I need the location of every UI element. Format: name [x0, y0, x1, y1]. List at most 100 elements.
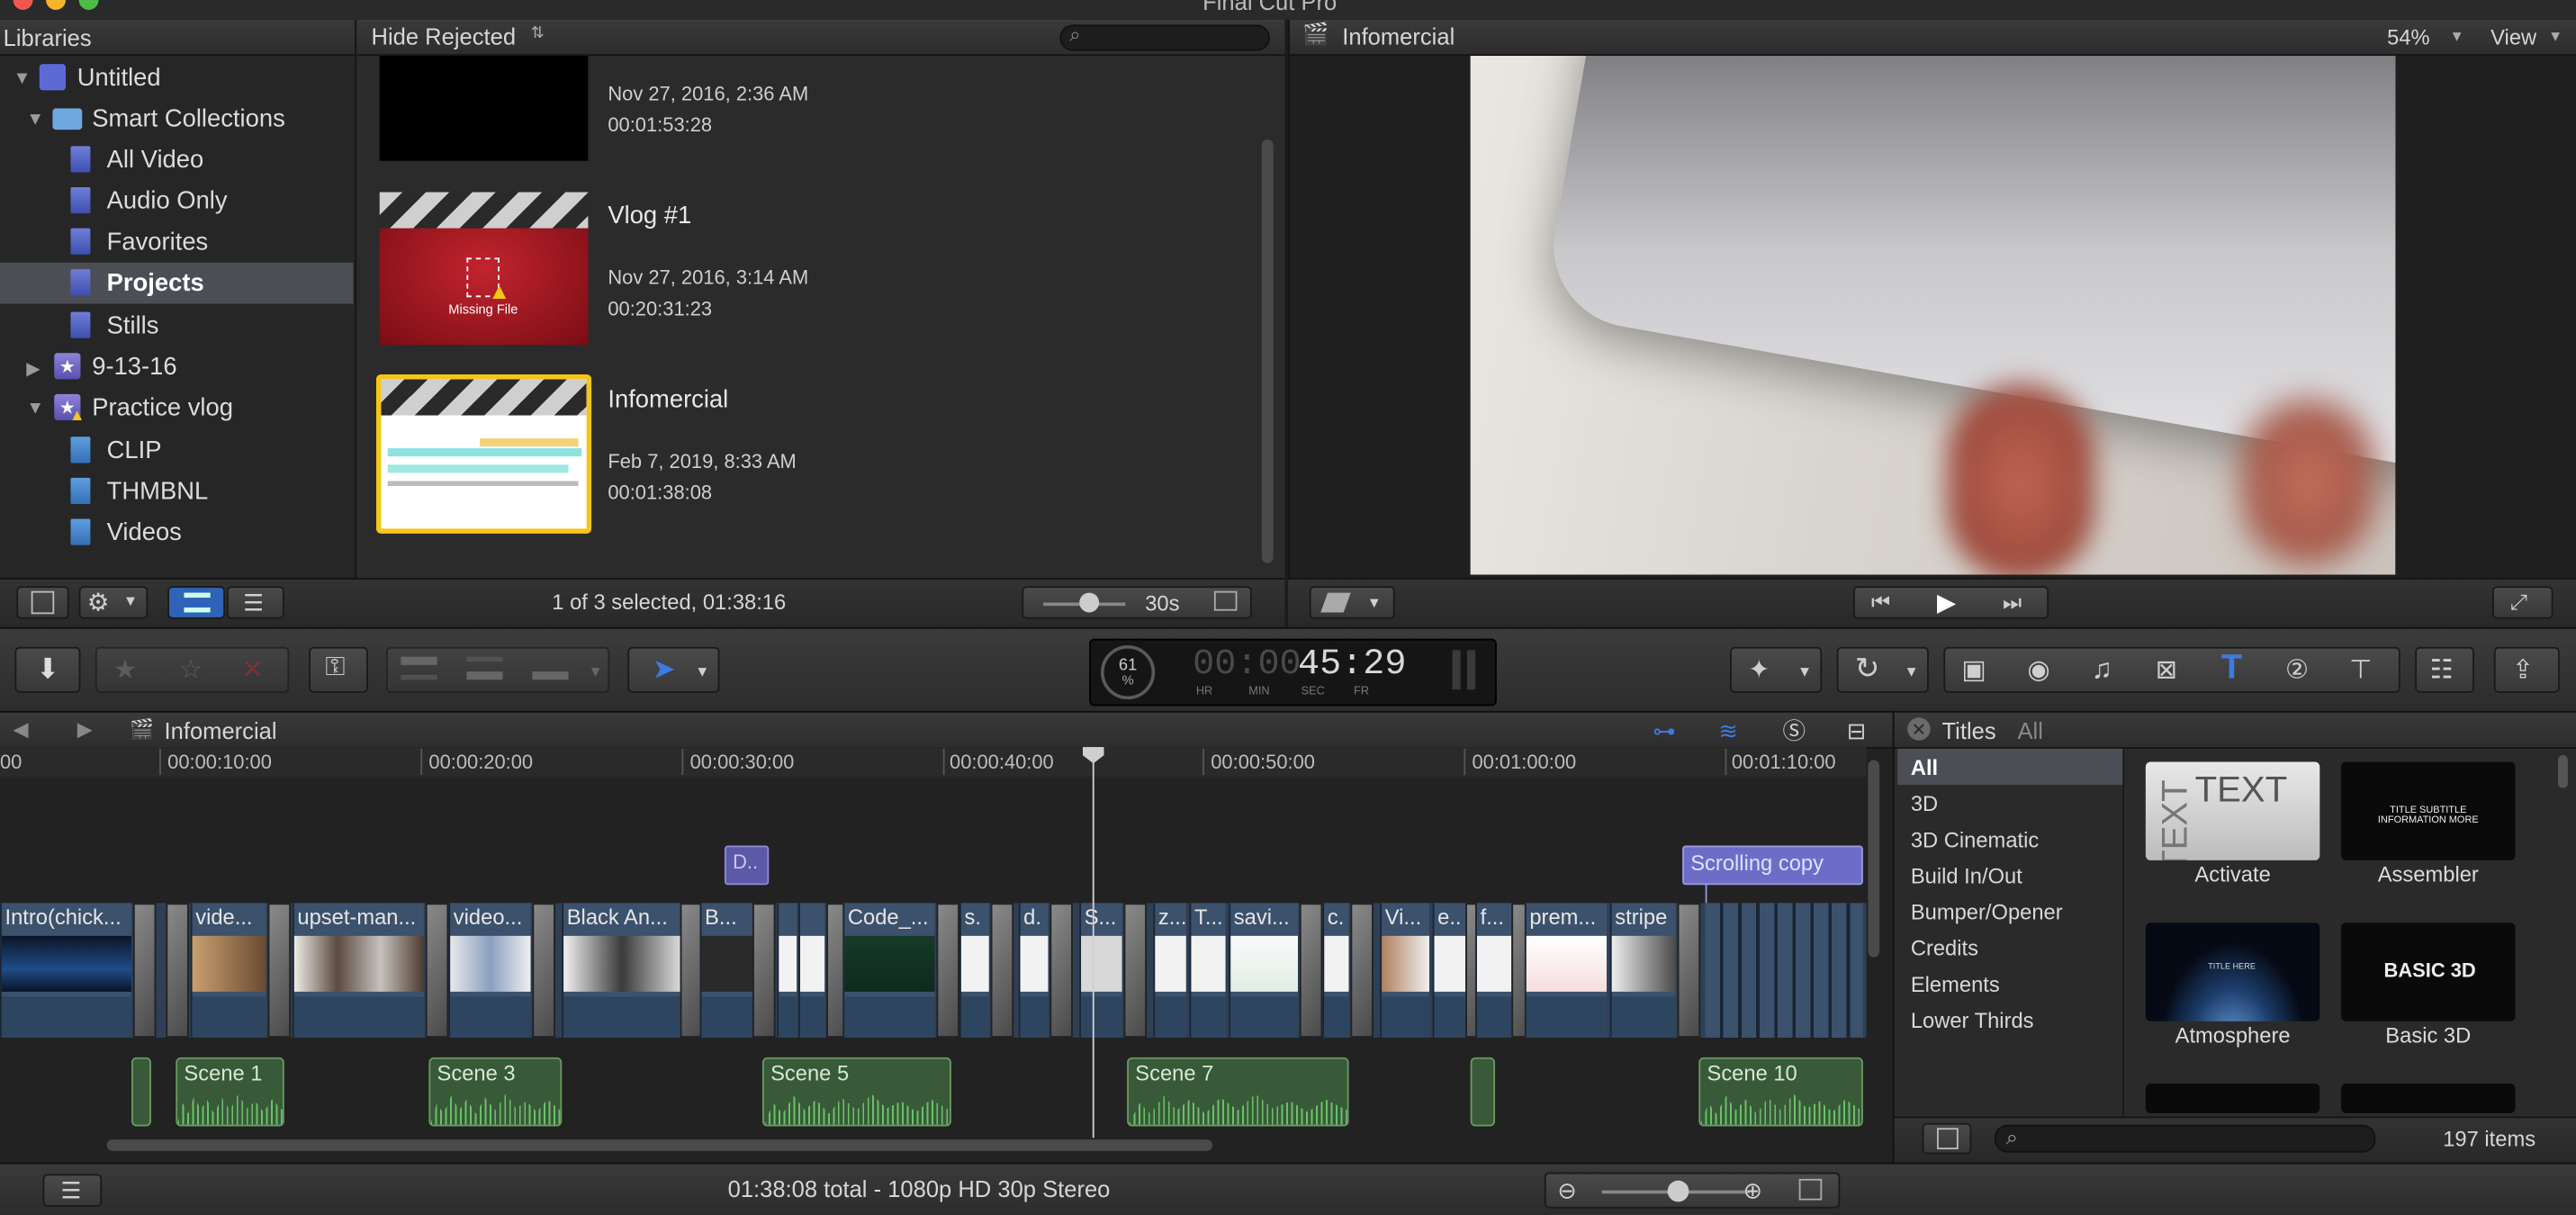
timeline-clip[interactable]: s. [959, 903, 989, 1038]
disclosure-triangle-icon[interactable]: ▼ [14, 69, 32, 89]
library-untitled[interactable]: ▼ Untitled [0, 58, 353, 99]
transition[interactable] [1350, 903, 1374, 1038]
connect-clip-icon[interactable] [401, 656, 437, 680]
category-3d[interactable]: 3D [1897, 785, 2122, 821]
share-button[interactable]: ⇪ [2493, 646, 2560, 693]
smart-collection-stills[interactable]: Stills [0, 305, 353, 346]
photos-browser-icon[interactable]: ◉ [2027, 653, 2049, 686]
append-clip-icon[interactable] [532, 657, 569, 680]
category-elements[interactable]: Elements [1897, 966, 2122, 1002]
hide-rejected-filter[interactable]: Hide Rejected [372, 23, 517, 50]
timeline-zoom-control[interactable]: ⊖ ⊕ [1544, 1172, 1841, 1209]
transition[interactable] [166, 903, 189, 1038]
timeline-clip[interactable]: savi... [1229, 903, 1298, 1038]
title-thumb-atmosphere[interactable]: TITLE HERE [2145, 922, 2320, 1022]
back-arrow-icon[interactable]: ◀ [14, 717, 29, 741]
audio-clip[interactable] [1470, 1057, 1496, 1127]
timeline-horizontal-scrollbar[interactable] [106, 1139, 1213, 1151]
smart-collections-folder[interactable]: ▼ Smart Collections [0, 98, 353, 140]
connected-title-clip[interactable]: D.. [724, 845, 770, 886]
transition[interactable] [752, 903, 776, 1038]
unrate-star-icon[interactable]: ☆ [179, 653, 203, 686]
zoom-in-icon[interactable]: ⊕ [1743, 1177, 1762, 1205]
timeline-clip[interactable]: Black An... [562, 903, 680, 1038]
titles-search-input[interactable]: ⌕ [1994, 1124, 2376, 1153]
zoom-out-icon[interactable]: ⊖ [1557, 1177, 1576, 1205]
timeline-clip[interactable]: d. [1018, 903, 1049, 1038]
next-edit-icon[interactable]: ⏭ [2003, 590, 2022, 616]
snapping-icon[interactable]: ⊟ [1840, 716, 1873, 742]
category-bumper-opener[interactable]: Bumper/Opener [1897, 893, 2122, 929]
show-libraries-button[interactable] [16, 586, 69, 619]
background-tasks-indicator[interactable]: 61 % [1100, 644, 1156, 700]
keyword-thmbnl[interactable]: THMBNL [0, 472, 353, 513]
audio-clip-scene-5[interactable]: Scene 5 [761, 1057, 951, 1127]
show-categories-button[interactable] [1922, 1122, 1972, 1155]
transform-menu-button[interactable]: ▼ [1309, 586, 1395, 619]
generators-browser-icon[interactable]: ② [2285, 653, 2309, 686]
effects-browser-icon[interactable]: ▣ [1961, 653, 1986, 686]
title-thumb-basic-3d[interactable]: BASIC 3D [2341, 922, 2516, 1022]
transition[interactable] [1677, 903, 1701, 1038]
clip-zoom-control[interactable]: 30s [1022, 586, 1252, 619]
fullscreen-button[interactable]: ⤢ [2491, 586, 2553, 619]
clip-thumbnail-infomercial[interactable] [375, 374, 592, 534]
keyword-videos[interactable]: Videos [0, 512, 353, 554]
reject-icon[interactable]: ✕ [241, 653, 263, 686]
music-browser-icon[interactable]: ♫ [2092, 653, 2112, 686]
timeline-clip[interactable]: T... [1189, 903, 1226, 1038]
import-button[interactable]: ⬇ [14, 646, 81, 693]
chevron-down-icon[interactable]: ▼ [588, 663, 602, 680]
action-menu-button[interactable]: ⚙ ▼ [78, 586, 149, 619]
timeline-clip[interactable]: prem... [1524, 903, 1608, 1038]
timeline-clip[interactable]: Code_... [842, 903, 935, 1038]
event-9-13-16[interactable]: ▶ ★ 9-13-16 [0, 346, 353, 388]
viewer-zoom[interactable]: 54% [2387, 24, 2430, 49]
audio-clip-scene-10[interactable]: Scene 10 [1698, 1057, 1863, 1127]
title-thumb[interactable] [2341, 1084, 2516, 1113]
timeline-clip[interactable]: c. [1322, 903, 1349, 1038]
smart-collection-audio-only[interactable]: Audio Only [0, 181, 353, 222]
clip-thumbnail-vlog-1[interactable]: ▲ Missing File [379, 192, 589, 346]
category-3d-cinematic[interactable]: 3D Cinematic [1897, 821, 2122, 857]
enhancements-button[interactable]: ✦ ▼ [1730, 646, 1823, 693]
title-thumb-activate[interactable]: TEXT TEXT [2145, 761, 2320, 860]
transition[interactable] [990, 903, 1014, 1038]
titles-browser-icon[interactable]: T [2221, 649, 2242, 688]
previous-edit-icon[interactable]: ⏮ [1871, 590, 1890, 616]
timeline-clip[interactable]: Vi... [1380, 903, 1430, 1038]
retime-button[interactable]: ↻ ▼ [1836, 646, 1929, 693]
timeline-vertical-scrollbar[interactable] [1868, 760, 1880, 958]
filter-chevron-icon[interactable]: ⇅ [531, 24, 545, 42]
audio-clip[interactable] [131, 1057, 151, 1127]
filmstrip-view-button[interactable] [167, 586, 226, 619]
timeline-clip[interactable]: stripe [1609, 903, 1676, 1038]
audio-clip-scene-3[interactable]: Scene 3 [428, 1057, 563, 1127]
smart-collection-projects[interactable]: Projects [0, 262, 354, 304]
transition[interactable] [532, 903, 555, 1038]
favorite-star-icon[interactable]: ★ [113, 653, 137, 686]
timeline-clip[interactable]: vide... [190, 903, 266, 1038]
timeline-clip[interactable]: e.. [1432, 903, 1466, 1038]
title-thumb-assembler[interactable]: TITLE SUBTITLE INFORMATION MORE [2341, 761, 2516, 860]
insert-clip-icon[interactable] [466, 656, 503, 680]
category-lower-thirds[interactable]: Lower Thirds [1897, 1002, 2122, 1038]
play-icon[interactable]: ▶ [1937, 588, 1956, 617]
transition[interactable] [1123, 903, 1148, 1038]
inspector-button[interactable]: ☷ [2415, 646, 2474, 693]
category-build-in-out[interactable]: Build In/Out [1897, 857, 2122, 893]
category-all[interactable]: All [1897, 748, 2123, 786]
playhead[interactable] [1092, 747, 1094, 1138]
select-tool-button[interactable]: ➤ ▼ [627, 646, 720, 693]
forward-arrow-icon[interactable]: ▶ [77, 717, 93, 741]
clip-name[interactable]: Infomercial [608, 386, 728, 414]
zoom-window-button[interactable] [78, 0, 99, 10]
timeline-zoom-thumb[interactable] [1667, 1180, 1689, 1202]
clip-appearance-icon[interactable] [1213, 590, 1238, 611]
browser-scrollbar[interactable] [1261, 140, 1274, 563]
timeline-index-button[interactable]: ☰ [42, 1174, 103, 1207]
timeline-clip[interactable]: upset-man... [292, 903, 424, 1038]
timeline-clip[interactable]: f... [1475, 903, 1512, 1038]
category-credits[interactable]: Credits [1897, 930, 2122, 966]
transition[interactable] [936, 903, 959, 1038]
